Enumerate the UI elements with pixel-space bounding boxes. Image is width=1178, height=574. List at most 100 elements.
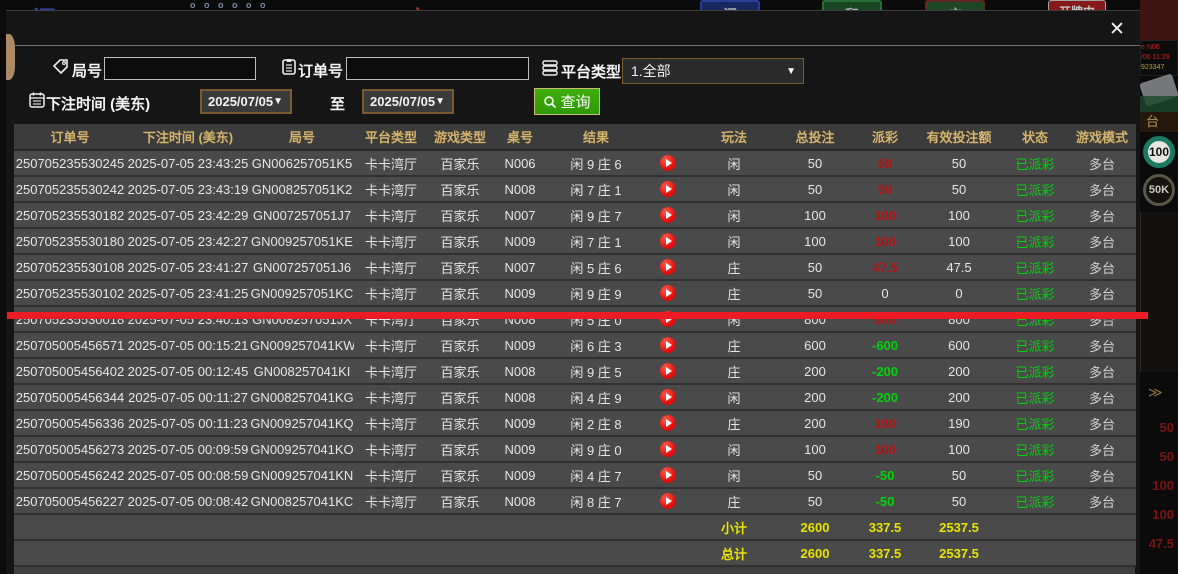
col-round-no: 局号 <box>250 124 354 151</box>
table-row[interactable]: 250705005456344 2025-07-05 00:11:27 GN00… <box>14 384 1136 411</box>
table-row[interactable]: 250705235530242 2025-07-05 23:43:19 GN00… <box>14 176 1136 203</box>
cell-bet-time: 2025-07-05 00:11:27 <box>126 384 250 411</box>
table-row[interactable]: 250705005456571 2025-07-05 00:15:21 GN00… <box>14 332 1136 359</box>
cell-total-bet: 50 <box>776 488 854 515</box>
table-row[interactable]: 250705005456227 2025-07-05 00:08:42 GN00… <box>14 488 1136 515</box>
cell-payout: 100 <box>854 228 916 255</box>
cell-order-no: 250705235530182 <box>14 202 126 229</box>
cell-order-no: 250705235530242 <box>14 176 126 203</box>
sign-line: 923347 <box>1141 64 1165 71</box>
cell-payout: 100 <box>854 202 916 229</box>
table-row[interactable]: 250705235530018 2025-07-05 23:40:13 GN00… <box>14 306 1136 333</box>
cell-result: 闲 4 庄 9 <box>548 384 644 411</box>
cell-round-no: GN008257051K2 <box>250 176 354 203</box>
grand-total-payout: 337.5 <box>854 540 916 567</box>
cell-result: 闲 6 庄 3 <box>548 332 644 359</box>
collapse-handle[interactable] <box>6 34 15 80</box>
col-total-bet: 总投注 <box>776 124 854 151</box>
date-to-value: 2025/07/05 <box>370 94 436 109</box>
grand-total-label: 总计 <box>692 540 776 567</box>
round-no-input[interactable] <box>104 57 256 80</box>
bet-history-modal: ✕ 局号 订单号 平台类型 1.全部 ▼ 下注时间 (美东) 2025/07/0… <box>6 10 1140 574</box>
search-button[interactable]: 查询 <box>534 88 600 115</box>
background-game-top: 闲 0 o o o o o o 庄 0 闲 和 庄 开牌中 <box>0 0 1178 10</box>
cell-bet-time: 2025-07-05 00:11:23 <box>126 410 250 437</box>
cell-status: 已派彩 <box>1002 254 1068 281</box>
cell-result: 闲 4 庄 7 <box>548 462 644 489</box>
date-to-select[interactable]: 2025/07/05 ▼ <box>362 89 454 114</box>
cell-status: 已派彩 <box>1002 228 1068 255</box>
cell-platform-type: 卡卡湾厅 <box>354 150 428 177</box>
table-row[interactable]: 250705005456402 2025-07-05 00:12:45 GN00… <box>14 358 1136 385</box>
cell-game-type: 百家乐 <box>428 150 492 177</box>
cell-table-no: N007 <box>492 202 548 229</box>
replay-video-icon[interactable] <box>660 493 676 510</box>
cell-total-bet: 50 <box>776 280 854 307</box>
table-row[interactable]: 250705005456242 2025-07-05 00:08:59 GN00… <box>14 462 1136 489</box>
replay-video-icon[interactable] <box>660 207 676 224</box>
cell-round-no: GN008257041KI <box>250 358 354 385</box>
table-row[interactable]: 250705005456273 2025-07-05 00:09:59 GN00… <box>14 436 1136 463</box>
chip-100: 100 <box>1143 136 1175 168</box>
cell-play-type: 庄 <box>692 254 776 281</box>
cell-status: 已派彩 <box>1002 306 1068 333</box>
cell-replay <box>644 228 692 255</box>
cell-game-type: 百家乐 <box>428 488 492 515</box>
cell-payout: 47.5 <box>854 254 916 281</box>
table-row[interactable]: 250705235530102 2025-07-05 23:41:25 GN00… <box>14 280 1136 307</box>
bet-tile-banker: 庄 <box>925 0 985 10</box>
table-row[interactable]: 250705235530182 2025-07-05 23:42:29 GN00… <box>14 202 1136 229</box>
replay-video-icon[interactable] <box>660 415 676 432</box>
table-row[interactable]: 250705005456336 2025-07-05 00:11:23 GN00… <box>14 410 1136 437</box>
cell-bet-time: 2025-07-05 00:08:42 <box>126 488 250 515</box>
table-row[interactable]: 250705235530180 2025-07-05 23:42:27 GN00… <box>14 228 1136 255</box>
date-from-select[interactable]: 2025/07/05 ▼ <box>200 89 292 114</box>
roadmap-dots: o o o o o o <box>190 0 269 10</box>
player-score-fragment: 闲 0 <box>32 0 76 10</box>
platform-type-select[interactable]: 1.全部 ▼ <box>622 58 804 84</box>
search-button-label: 查询 <box>560 94 591 111</box>
replay-video-icon[interactable] <box>660 467 676 484</box>
close-icon[interactable]: ✕ <box>1104 17 1130 43</box>
cell-game-mode: 多台 <box>1068 306 1136 333</box>
replay-video-icon[interactable] <box>660 181 676 198</box>
bet-tile-tie: 和 <box>822 0 882 10</box>
cell-bet-time: 2025-07-05 23:42:29 <box>126 202 250 229</box>
cell-game-type: 百家乐 <box>428 280 492 307</box>
replay-video-icon[interactable] <box>660 155 676 172</box>
cell-bet-time: 2025-07-05 23:43:25 <box>126 150 250 177</box>
replay-video-icon[interactable] <box>660 389 676 406</box>
replay-video-icon[interactable] <box>660 285 676 302</box>
cell-platform-type: 卡卡湾厅 <box>354 462 428 489</box>
cell-round-no: GN009257041KQ <box>250 410 354 437</box>
table-row[interactable]: 250705235530108 2025-07-05 23:41:27 GN00… <box>14 254 1136 281</box>
cell-game-type: 百家乐 <box>428 436 492 463</box>
cell-round-no: GN008257041KC <box>250 488 354 515</box>
cell-play-type: 庄 <box>692 358 776 385</box>
bet-history-table: 订单号 下注时间 (美东) 局号 平台类型 游戏类型 桌号 结果 玩法 总投注 … <box>14 124 1136 574</box>
replay-video-icon[interactable] <box>660 363 676 380</box>
cell-total-bet: 800 <box>776 306 854 333</box>
cell-result: 闲 8 庄 7 <box>548 488 644 515</box>
col-bet-time: 下注时间 (美东) <box>126 124 250 151</box>
cell-total-bet: 50 <box>776 176 854 203</box>
replay-video-icon[interactable] <box>660 259 676 276</box>
cell-status: 已派彩 <box>1002 332 1068 359</box>
cell-valid-bet: 50 <box>916 176 1002 203</box>
background-panels <box>1140 212 1178 372</box>
cell-table-no: N008 <box>492 358 548 385</box>
replay-video-icon[interactable] <box>660 337 676 354</box>
replay-video-icon[interactable] <box>660 441 676 458</box>
cell-status: 已派彩 <box>1002 176 1068 203</box>
cell-round-no: GN008257041KG <box>250 384 354 411</box>
tag-icon <box>52 58 70 76</box>
cell-status: 已派彩 <box>1002 280 1068 307</box>
cell-round-no: GN007257051J6 <box>250 254 354 281</box>
order-no-input[interactable] <box>346 57 529 80</box>
cell-game-type: 百家乐 <box>428 176 492 203</box>
cell-order-no: 250705005456227 <box>14 488 126 515</box>
table-row[interactable]: 250705235530245 2025-07-05 23:43:25 GN00… <box>14 150 1136 177</box>
replay-video-icon[interactable] <box>660 233 676 250</box>
chevrons-decoration: ≫ <box>1148 384 1163 400</box>
cell-bet-time: 2025-07-05 23:42:27 <box>126 228 250 255</box>
